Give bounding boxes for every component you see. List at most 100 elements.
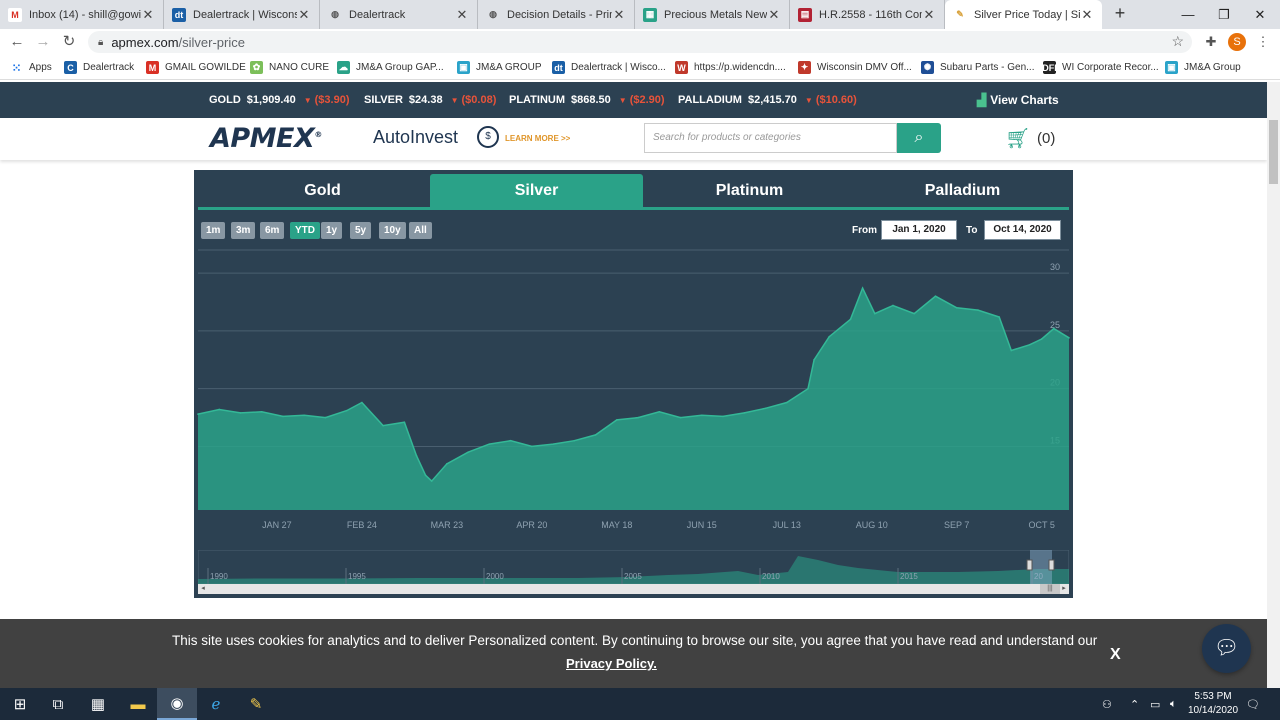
people-icon[interactable]: ⚇ <box>1102 688 1112 720</box>
browser-tab[interactable]: ◍ Dealertrack ✕ <box>320 0 478 29</box>
ticker-item[interactable]: SILVER $24.38 ▼ ($0.08) <box>364 82 496 118</box>
apmex-logo[interactable]: APMEX® <box>210 123 322 154</box>
tab-favicon-icon: ✎ <box>953 7 967 22</box>
bookmark-apps[interactable]: ⁙ Apps <box>10 59 51 76</box>
tab-close-icon[interactable]: ✕ <box>767 7 781 23</box>
learn-more-link[interactable]: LEARN MORE >> <box>505 134 570 143</box>
data-point <box>509 439 512 442</box>
range-button-5y[interactable]: 5y <box>350 222 372 239</box>
range-button-all[interactable]: All <box>409 222 432 239</box>
privacy-policy-link[interactable]: Privacy Policy. <box>566 656 657 671</box>
forward-icon[interactable]: → <box>32 32 54 52</box>
bookmark-item[interactable]: ▣ JM&A Group <box>1165 59 1241 76</box>
scroll-right-icon[interactable]: ▸ <box>1059 584 1069 594</box>
cookie-close-button[interactable]: X <box>1110 646 1121 664</box>
from-date-input[interactable]: Jan 1, 2020 <box>881 220 957 240</box>
search-input[interactable]: Search for products or categories <box>644 123 897 153</box>
page-scrollbar[interactable] <box>1267 82 1280 688</box>
system-clock[interactable]: 5:53 PM 10/14/2020 <box>1187 690 1239 718</box>
bookmark-icon: M <box>146 61 159 74</box>
scroll-left-icon[interactable]: ◂ <box>198 584 208 594</box>
internet-explorer-icon[interactable]: ℯ <box>196 688 236 720</box>
notifications-icon[interactable]: 🗨︎ <box>1246 688 1260 720</box>
bookmark-item[interactable]: ✺ Subaru Parts - Gen... <box>921 59 1035 76</box>
chrome-icon[interactable]: ◉ <box>157 688 197 720</box>
view-charts-link[interactable]: ▟ View Charts <box>977 82 1059 118</box>
range-button-3m[interactable]: 3m <box>231 222 256 239</box>
network-icon[interactable]: ▭ <box>1150 688 1160 720</box>
range-button-1m[interactable]: 1m <box>201 222 226 239</box>
browser-tab[interactable]: ◍ Decision Details - Print ✕ <box>478 0 635 29</box>
browser-tab[interactable]: ▤ H.R.2558 - 116th Congre✕ <box>790 0 945 29</box>
chart-navigator[interactable]: 1990 1995 2000 2005 2010 2015 20 <box>198 550 1069 584</box>
notes-app-icon[interactable]: ✎ <box>236 688 276 720</box>
page-scroll-thumb[interactable] <box>1269 120 1278 184</box>
bookmark-item[interactable]: M GMAIL GOWILDE <box>146 59 246 76</box>
to-date-input[interactable]: Oct 14, 2020 <box>984 220 1061 240</box>
reload-icon[interactable]: ↻ <box>58 32 80 52</box>
address-bar[interactable]: 🔒︎ apmex.com/silver-price ☆ <box>88 31 1192 53</box>
range-button-1y[interactable]: 1y <box>321 222 343 239</box>
chat-button[interactable]: 💬︎ <box>1202 624 1251 673</box>
bookmark-item[interactable]: dt Dealertrack | Wisco... <box>552 59 666 76</box>
close-window-icon[interactable]: ✕ <box>1238 0 1280 29</box>
bookmark-item[interactable]: ✿ NANO CURE <box>250 59 329 76</box>
bookmark-item[interactable]: Whttps://p.widencdn.... <box>675 59 786 76</box>
tab-close-icon[interactable]: ✕ <box>141 7 155 23</box>
calculator-icon[interactable]: ▦ <box>78 688 118 720</box>
range-button-ytd[interactable]: YTD <box>290 222 320 239</box>
task-view-icon[interactable]: ⧉ <box>38 688 78 720</box>
bookmark-item[interactable]: ☁ JM&A Group GAP... <box>337 59 444 76</box>
tab-title: Precious Metals New Thr <box>664 8 767 21</box>
show-hidden-icons-icon[interactable]: ⌃ <box>1130 688 1139 720</box>
file-explorer-icon[interactable]: ▬ <box>118 688 158 720</box>
chart-scrollbar[interactable]: ◂ ||| ▸ <box>198 584 1069 594</box>
navigator-right-handle[interactable] <box>1048 559 1055 571</box>
profile-avatar[interactable]: S <box>1228 33 1246 51</box>
cart-count[interactable]: (0) <box>1037 130 1055 147</box>
bookmark-star-icon[interactable]: ☆ <box>1171 33 1184 50</box>
tab-close-icon[interactable]: ✕ <box>455 7 469 23</box>
bookmark-icon: ✦ <box>798 61 811 74</box>
data-point <box>813 358 815 361</box>
tab-close-icon[interactable]: ✕ <box>297 7 311 23</box>
bookmark-item[interactable]: C Dealertrack <box>64 59 134 76</box>
browser-tab[interactable]: ▦ Precious Metals New Thr✕ <box>635 0 790 29</box>
new-tab-button[interactable]: + <box>1110 3 1130 24</box>
back-icon[interactable]: ← <box>6 32 28 52</box>
tab-close-icon[interactable]: ✕ <box>922 7 936 23</box>
cart-icon[interactable]: 🛒︎ <box>1005 126 1030 151</box>
tab-close-icon[interactable]: ✕ <box>1080 7 1094 23</box>
volume-icon[interactable]: 🔈︎ <box>1170 688 1177 720</box>
tab-platinum[interactable]: Platinum <box>643 174 856 207</box>
extensions-icon[interactable]: ✚ <box>1202 33 1220 51</box>
browser-tab[interactable]: ✎ Silver Price Today | Silve✕ <box>945 0 1102 29</box>
bookmark-item[interactable]: ✦ Wisconsin DMV Off... <box>798 59 912 76</box>
bookmark-item[interactable]: ▣ JM&A GROUP <box>457 59 542 76</box>
windows-start-icon[interactable]: ⊞ <box>0 688 40 720</box>
silver-price-chart[interactable]: 15202530JAN 27FEB 24MAR 23APR 20MAY 18JU… <box>194 246 1073 536</box>
browser-tab[interactable]: dt Dealertrack | Wisconsin ✕ <box>164 0 320 29</box>
bookmark-item[interactable]: DFI WI Corporate Recor... <box>1042 59 1159 76</box>
tab-gold[interactable]: Gold <box>216 174 429 207</box>
ticker-item[interactable]: GOLD $1,909.40 ▼ ($3.90) <box>209 82 350 118</box>
navigator-left-handle[interactable] <box>1026 559 1033 571</box>
tab-silver[interactable]: Silver <box>430 174 643 207</box>
range-button-6m[interactable]: 6m <box>260 222 285 239</box>
scroll-thumb[interactable]: ||| <box>1040 584 1060 594</box>
search-button[interactable]: ⌕ <box>897 123 941 153</box>
autoinvest-logo[interactable]: AutoInvest <box>373 127 458 148</box>
data-point <box>1028 343 1031 346</box>
tab-title: Dealertrack | Wisconsin <box>193 8 297 21</box>
browser-tab[interactable]: M Inbox (14) - shill@gowild ✕ <box>0 0 164 29</box>
browser-menu-icon[interactable]: ⋮ <box>1254 33 1272 51</box>
down-arrow-icon: ▼ <box>804 96 813 105</box>
range-button-10y[interactable]: 10y <box>379 222 406 239</box>
x-tick-label: SEP 7 <box>944 520 969 530</box>
data-point <box>260 410 263 413</box>
ticker-item[interactable]: PALLADIUM $2,415.70 ▼ ($10.60) <box>678 82 857 118</box>
tab-palladium[interactable]: Palladium <box>856 174 1069 207</box>
ticker-item[interactable]: PLATINUM $868.50 ▼ ($2.90) <box>509 82 665 118</box>
clock-time: 5:53 PM <box>1194 691 1232 702</box>
tab-close-icon[interactable]: ✕ <box>612 7 626 23</box>
